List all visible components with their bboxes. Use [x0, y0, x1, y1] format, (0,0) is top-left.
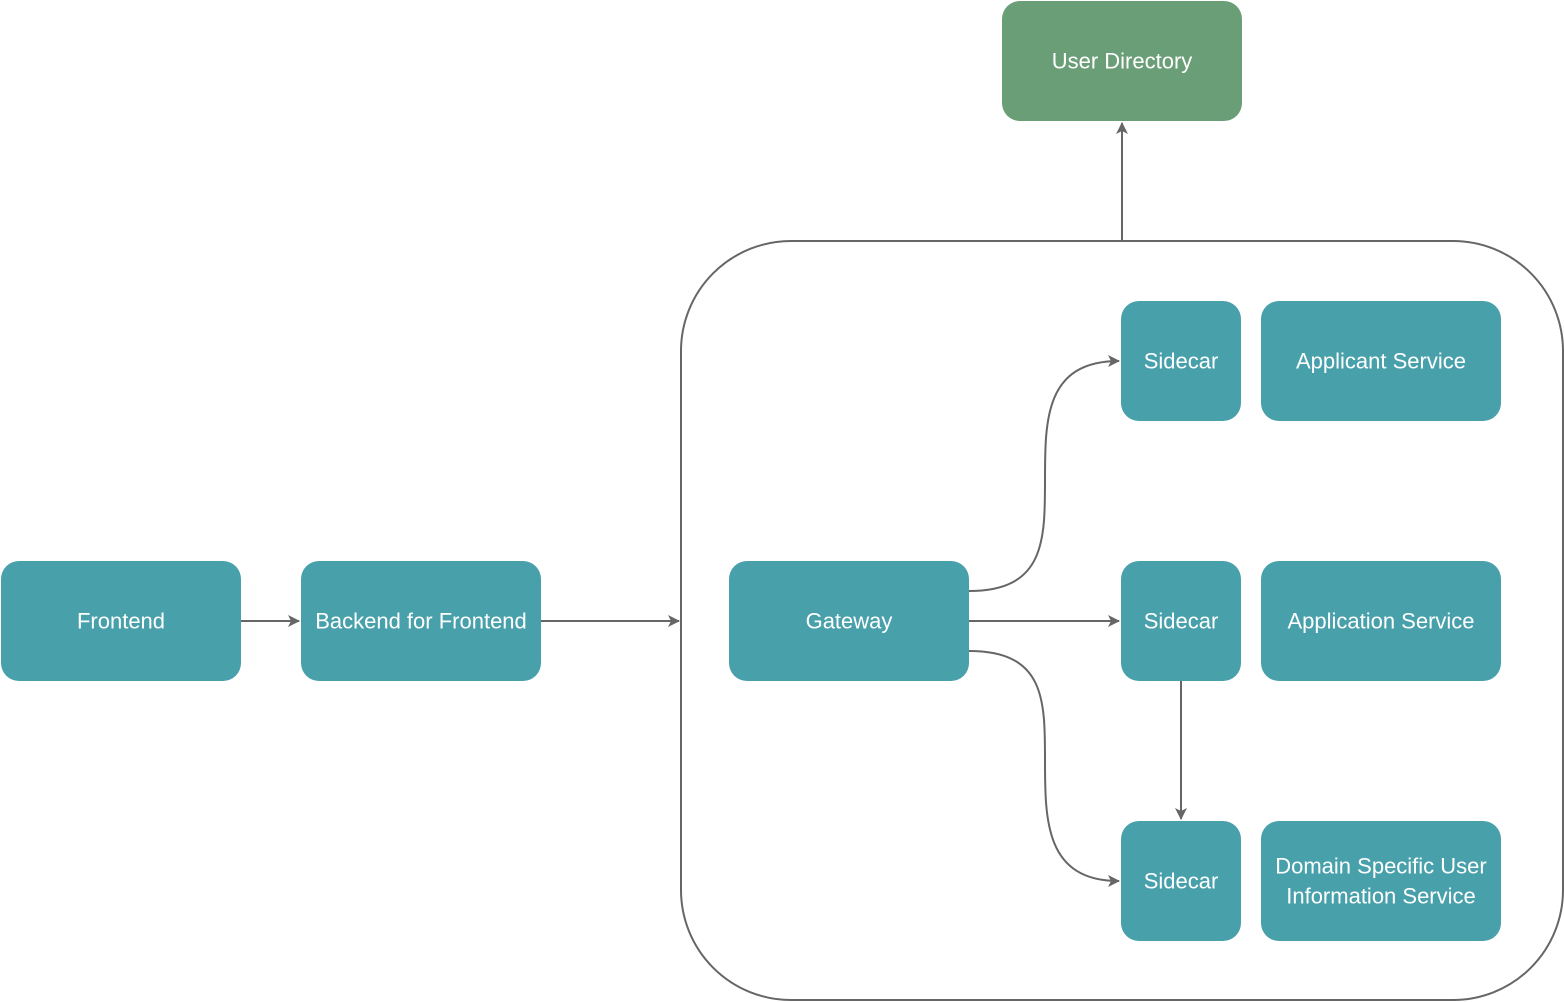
- node-domain-specific-user-information-service[interactable]: Domain Specific User Information Service: [1261, 821, 1501, 941]
- node-label: Sidecar: [1144, 869, 1219, 894]
- node-frontend[interactable]: Frontend: [1, 561, 241, 681]
- node-sidecar-3[interactable]: Sidecar: [1121, 821, 1241, 941]
- node-label: Sidecar: [1144, 609, 1219, 634]
- node-gateway[interactable]: Gateway: [729, 561, 969, 681]
- edge-gateway-to-sidecar-1: [968, 355, 1120, 592]
- node-label: Backend for Frontend: [315, 609, 527, 634]
- node-label: User Directory: [1052, 49, 1193, 74]
- node-label-line-2: Information Service: [1286, 884, 1476, 909]
- node-label-line-1: Domain Specific User: [1275, 854, 1487, 879]
- node-user-directory[interactable]: User Directory: [1002, 1, 1242, 121]
- node-applicant-service[interactable]: Applicant Service: [1261, 301, 1501, 421]
- node-label: Frontend: [77, 609, 165, 634]
- node-label: Gateway: [806, 609, 893, 634]
- edge-gateway-to-sidecar-3: [968, 650, 1120, 887]
- node-application-service[interactable]: Application Service: [1261, 561, 1501, 681]
- node-backend-for-frontend[interactable]: Backend for Frontend: [301, 561, 541, 681]
- architecture-diagram: User Directory Frontend Backend for Fron…: [1, 1, 1564, 1001]
- node-label: Application Service: [1287, 609, 1474, 634]
- node-label: Applicant Service: [1296, 349, 1466, 374]
- node-label: Sidecar: [1144, 349, 1219, 374]
- node-sidecar-2[interactable]: Sidecar: [1121, 561, 1241, 681]
- node-sidecar-1[interactable]: Sidecar: [1121, 301, 1241, 421]
